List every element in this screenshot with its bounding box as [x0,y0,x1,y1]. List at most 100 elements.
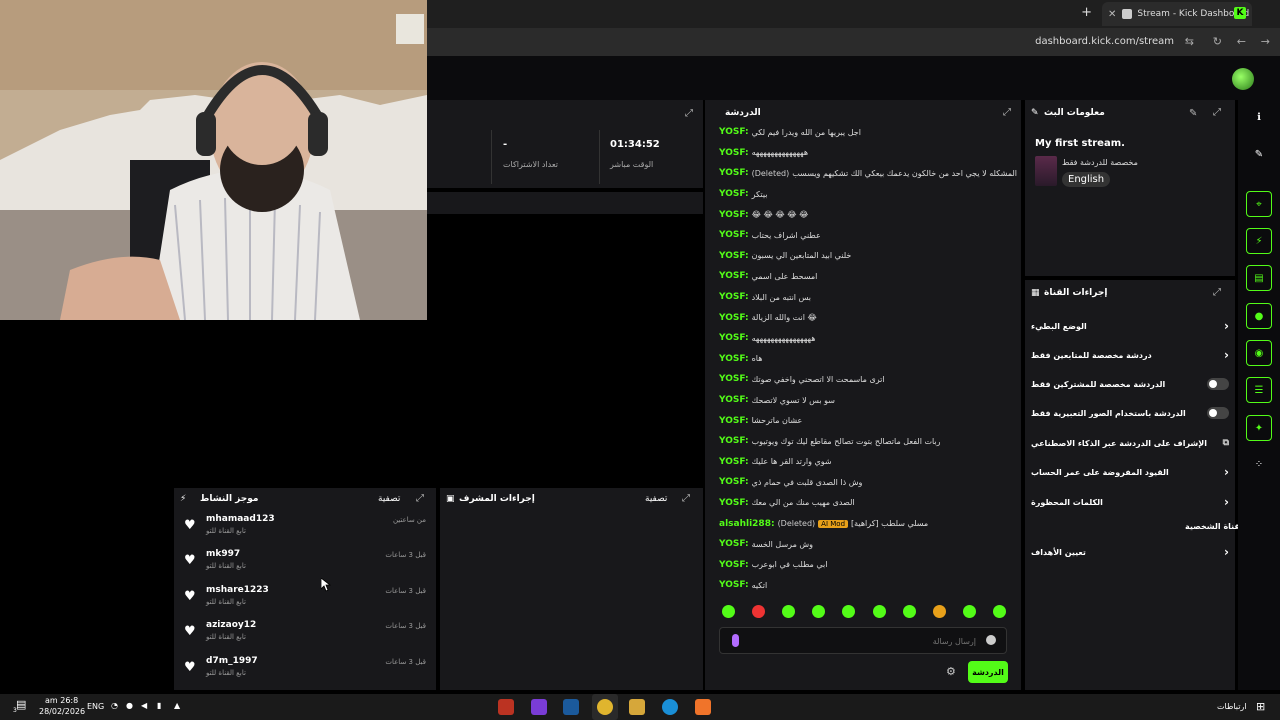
app-icon[interactable] [695,699,711,715]
start-icon[interactable]: ⊞ [1256,700,1265,713]
tab-close-icon[interactable]: ✕ [1108,9,1116,20]
chat-username[interactable]: YOSF: [719,127,749,137]
chat-username[interactable]: YOSF: [719,436,749,446]
channel-action-row[interactable]: دردشة مخصصة للمتابعين فقط › [1031,346,1229,364]
goals-row[interactable]: تعيين الأهداف › [1031,543,1229,561]
expand-icon[interactable]: ⤢ [416,493,424,504]
emote-icon[interactable] [722,605,735,618]
chat-username[interactable]: YOSF: [719,416,749,426]
app-icon[interactable] [498,699,514,715]
battery-icon[interactable]: ▮ [157,701,161,710]
chat-username[interactable]: YOSF: [719,168,749,178]
forward-icon[interactable]: ← [1237,35,1246,48]
channel-action-row[interactable]: الإشراف على الدردشة عبر الذكاء الاصطناعي… [1031,434,1229,452]
toggle-switch[interactable] [1207,378,1229,390]
chat-username[interactable]: YOSF: [719,333,749,343]
expand-icon[interactable]: ⤢ [1213,107,1221,118]
chat-username[interactable]: YOSF: [719,189,749,199]
feed-item[interactable]: ♥ mshare1223 تابع القناة للتو قبل 3 ساعات [178,585,428,619]
more-icon[interactable]: ⁘ [1246,452,1272,478]
chat-username[interactable]: YOSF: [719,498,749,508]
chat-username[interactable]: YOSF: [719,292,749,302]
emote-icon[interactable] [752,605,766,618]
edit-icon[interactable]: ✎ [1189,108,1197,119]
emote-icon[interactable] [932,605,946,618]
activity-filter-button[interactable]: تصفية [378,494,400,504]
chat-send-button[interactable]: الدردشة [968,661,1008,683]
expand-icon[interactable]: ⤢ [685,108,693,119]
chat-username[interactable]: YOSF: [719,395,749,405]
chat-username[interactable]: YOSF: [719,374,749,384]
mod-filter-button[interactable]: تصفية [645,494,667,504]
chrome-icon[interactable] [597,699,613,715]
emote-icon[interactable] [872,605,886,618]
emote-icon[interactable] [902,605,916,618]
channel-action-row[interactable]: الدردشة باستخدام الصور التعبيرية فقط [1031,404,1229,422]
file-explorer-icon[interactable] [629,699,645,715]
wrench-icon[interactable]: ✦ [1246,415,1272,441]
feed-username[interactable]: mhamaad123 [206,514,275,524]
app-icon[interactable] [531,699,547,715]
emote-icon[interactable] [842,605,856,618]
feed-username[interactable]: azizaoy12 [206,620,256,630]
chat-icon[interactable]: ● [1246,303,1272,329]
chat-username[interactable]: YOSF: [719,210,749,220]
volume-icon[interactable]: ◀ [141,701,147,710]
chat-username[interactable]: YOSF: [719,477,749,487]
chat-username[interactable]: YOSF: [719,230,749,240]
chat-username[interactable]: YOSF: [719,148,749,158]
emote-icon[interactable] [992,605,1006,618]
steam-icon[interactable] [563,699,579,715]
chat-username[interactable]: YOSF: [719,313,749,323]
notifications-icon[interactable]: ▤ [16,698,26,711]
channel-action-row[interactable]: الدردشة مخصصة للمشتركين فقط [1031,375,1229,393]
chat-username[interactable]: YOSF: [719,251,749,261]
broadcast-icon[interactable]: ◉ [1246,340,1272,366]
language-indicator[interactable]: ENG [87,702,104,711]
chat-username[interactable]: YOSF: [719,539,749,549]
toggle-switch[interactable] [1207,407,1229,419]
browser-tab[interactable]: ✕ Stream - Kick Dashboard [1102,2,1252,26]
document-icon[interactable]: ▤ [1246,265,1272,291]
external-link-icon[interactable]: ⧉ [1223,438,1229,448]
emoji-icon[interactable] [986,635,996,645]
back-icon[interactable]: → [1261,35,1270,48]
emote-icon[interactable] [782,605,796,618]
chat-username[interactable]: alsahli288: [719,519,775,529]
feed-item[interactable]: ♥ azizaoy12 تابع القناة للتو قبل 3 ساعات [178,620,428,654]
feed-username[interactable]: mk997 [206,549,240,559]
channel-action-row[interactable]: القيود المفروضة على عمر الحساب › [1031,463,1229,481]
layout-icon[interactable]: ☰ [1246,377,1272,403]
edge-icon[interactable] [662,699,678,715]
avatar[interactable] [1232,68,1254,90]
expand-icon[interactable]: ⤢ [1213,287,1221,298]
tab-search-icon[interactable]: ⇆ [1185,35,1194,48]
feed-item[interactable]: ♥ mhamaad123 تابع القناة للتو من ساعتين [178,514,428,548]
focus-icon[interactable]: ⌖ [1246,191,1272,217]
wifi-icon[interactable]: ◔ [111,701,118,710]
new-tab-button[interactable]: + [1081,5,1092,20]
edit-icon[interactable]: ✎ [1246,142,1272,168]
chat-username[interactable]: YOSF: [719,354,749,364]
mic-icon[interactable]: ● [126,701,133,710]
chat-username[interactable]: YOSF: [719,580,749,590]
feed-username[interactable]: d7m_1997 [206,656,258,666]
chat-input[interactable] [750,633,976,649]
info-icon[interactable]: ℹ [1246,105,1272,131]
feed-item[interactable]: ♥ mk997 تابع القناة للتو قبل 3 ساعات [178,549,428,583]
reload-icon[interactable]: ↻ [1213,35,1222,48]
chat-username[interactable]: YOSF: [719,560,749,570]
kick-extension-icon[interactable]: K [1234,7,1246,19]
emote-icon[interactable] [962,605,976,618]
expand-icon[interactable]: ⤢ [682,493,690,504]
channel-action-row[interactable]: الوضع البطيء › [1031,317,1229,335]
feed-item[interactable]: ♥ d7m_1997 تابع القناة للتو قبل 3 ساعات [178,656,428,690]
tray-expand-icon[interactable]: ▲ [174,701,180,710]
mic-icon[interactable] [732,634,739,647]
emote-icon[interactable] [812,605,826,618]
bolt-icon[interactable]: ⚡ [1246,228,1272,254]
expand-icon[interactable]: ⤢ [1003,107,1011,118]
chat-username[interactable]: YOSF: [719,457,749,467]
feed-username[interactable]: mshare1223 [206,585,269,595]
url-text[interactable]: dashboard.kick.com/stream [1035,36,1174,47]
